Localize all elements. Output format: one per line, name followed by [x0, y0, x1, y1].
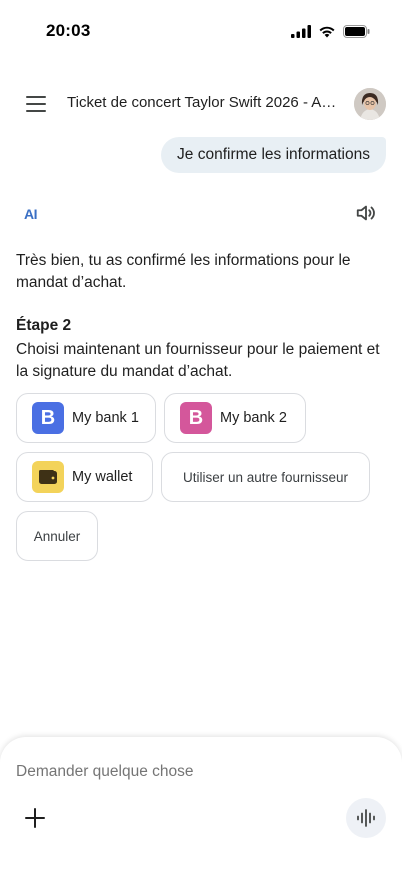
status-icons: [291, 25, 370, 38]
chat-title[interactable]: Ticket de concert Taylor Swift 2026 - Ac…: [67, 94, 343, 111]
speaker-icon[interactable]: [355, 202, 377, 224]
user-message-bubble: Je confirme les informations: [161, 137, 386, 173]
voice-waveform-icon: [357, 809, 375, 827]
wallet-button[interactable]: My wallet: [16, 452, 153, 502]
wifi-icon: [319, 26, 335, 38]
step-title: Étape 2: [16, 317, 72, 334]
step-text: Choisi maintenant un fournisseur pour le…: [16, 341, 380, 380]
bank2-button[interactable]: B My bank 2: [164, 393, 306, 443]
voice-button[interactable]: [346, 798, 386, 838]
ai-logo: AI: [24, 206, 38, 222]
plus-icon[interactable]: [24, 807, 46, 829]
cancel-label: Annuler: [33, 528, 81, 544]
other-provider-label: Utiliser un autre fournisseur: [182, 469, 349, 485]
bank-icon: B: [180, 402, 212, 434]
signal-icon: [291, 25, 311, 38]
wallet-icon: [32, 461, 64, 493]
cancel-button[interactable]: Annuler: [16, 511, 98, 561]
avatar[interactable]: [354, 88, 386, 120]
bank2-label: My bank 2: [220, 410, 287, 426]
bank-icon: B: [32, 402, 64, 434]
composer: [0, 737, 402, 874]
bank1-button[interactable]: B My bank 1: [16, 393, 156, 443]
status-time: 20:03: [46, 21, 91, 40]
ai-response-text: Très bien, tu as confirmé les informatio…: [16, 252, 351, 291]
chat-header: Ticket de concert Taylor Swift 2026 - Ac…: [0, 84, 402, 124]
battery-icon: [343, 25, 370, 38]
menu-icon[interactable]: [24, 94, 48, 114]
bank1-label: My bank 1: [72, 410, 139, 426]
other-provider-button[interactable]: Utiliser un autre fournisseur: [161, 452, 370, 502]
status-bar: 20:03: [0, 0, 402, 62]
prompt-input[interactable]: [16, 763, 346, 781]
wallet-label: My wallet: [72, 469, 133, 485]
